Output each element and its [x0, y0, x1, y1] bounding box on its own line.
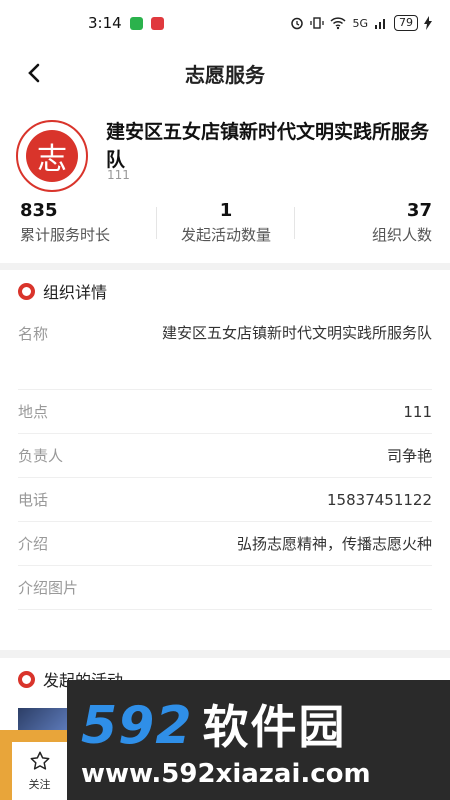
page-title: 志愿服务 — [185, 62, 265, 87]
wifi-icon — [330, 17, 346, 30]
detail-row-name: 名称 建安区五女店镇新时代文明实践所服务队 — [18, 312, 432, 390]
charging-icon — [424, 16, 432, 30]
battery-indicator: 79 — [394, 15, 418, 31]
section-header: 组织详情 — [0, 270, 450, 312]
watermark-banner: 592 软件园 www.592xiazai.com — [67, 680, 450, 800]
detail-value[interactable]: 15837451122 — [327, 487, 432, 513]
watermark-brand: 592 软件园 — [81, 691, 450, 757]
volunteer-logo-icon: 志 — [26, 130, 78, 182]
stat-value: 37 — [406, 199, 432, 221]
signal-icon — [375, 19, 385, 29]
detail-row-location: 地点 111 — [18, 390, 432, 434]
back-button[interactable] — [20, 59, 48, 87]
org-name: 建安区五女店镇新时代文明实践所服务队 — [106, 121, 430, 171]
detail-row-intro-images: 介绍图片 — [18, 566, 432, 610]
stat-label: 发起活动数量 — [180, 225, 271, 244]
detail-row-intro: 介绍 弘扬志愿精神，传播志愿火种 — [18, 522, 432, 566]
stat-value: 835 — [20, 199, 58, 221]
follow-label: 关注 — [28, 778, 51, 791]
stat-service-hours: 835 累计服务时长 — [0, 197, 158, 247]
follow-area: 关注 — [0, 730, 67, 800]
detail-value: 司争艳 — [386, 446, 432, 465]
org-stats: 835 累计服务时长 1 发起活动数量 37 组织人数 — [0, 197, 450, 247]
org-detail-card: 组织详情 名称 建安区五女店镇新时代文明实践所服务队 地点 111 负责人 司争… — [0, 270, 450, 650]
org-logo: 志 — [16, 120, 88, 192]
detail-row-phone: 电话 15837451122 — [18, 478, 432, 522]
org-header: 志 建安区五女店镇新时代文明实践所服务队 111 835 累计服务时长 1 发起… — [0, 100, 450, 263]
detail-key: 名称 — [18, 325, 49, 343]
section-title: 组织详情 — [43, 283, 108, 302]
org-subtitle: 111 — [107, 168, 130, 182]
detail-key: 介绍图片 — [18, 579, 79, 597]
watermark-url: www.592xiazai.com — [81, 759, 371, 789]
wechat-icon — [129, 16, 143, 30]
section-marker-icon — [18, 282, 35, 300]
section-marker-icon — [18, 670, 35, 688]
stat-value: 1 — [219, 199, 233, 221]
watermark-number: 592 — [81, 696, 193, 756]
star-icon — [30, 751, 49, 770]
network-type: 5G — [352, 16, 368, 30]
detail-key: 电话 — [18, 491, 49, 509]
stat-member-count: 37 组织人数 — [295, 197, 450, 247]
status-time: 3:14 — [88, 14, 122, 32]
vibrate-icon — [310, 17, 325, 29]
chevron-left-icon — [28, 63, 40, 83]
detail-key: 负责人 — [18, 447, 64, 465]
app-notification-icon — [150, 16, 164, 30]
alarm-icon — [291, 17, 304, 30]
detail-key: 介绍 — [18, 535, 49, 553]
detail-value: 111 — [403, 402, 432, 421]
status-indicators: 5G 79 — [290, 15, 432, 31]
watermark-text: 软件园 — [202, 700, 347, 754]
status-bar: 3:14 5G 79 — [0, 0, 450, 46]
stat-label: 累计服务时长 — [20, 225, 111, 244]
detail-value: 建安区五女店镇新时代文明实践所服务队 — [161, 324, 432, 342]
detail-key: 地点 — [18, 403, 49, 421]
stat-label: 组织人数 — [371, 225, 432, 244]
follow-button[interactable]: 关注 — [12, 742, 67, 800]
nav-bar: 志愿服务 — [0, 46, 450, 100]
stat-activity-count: 1 发起活动数量 — [157, 197, 295, 247]
detail-row-leader: 负责人 司争艳 — [18, 434, 432, 478]
detail-value: 弘扬志愿精神，传播志愿火种 — [236, 534, 432, 553]
